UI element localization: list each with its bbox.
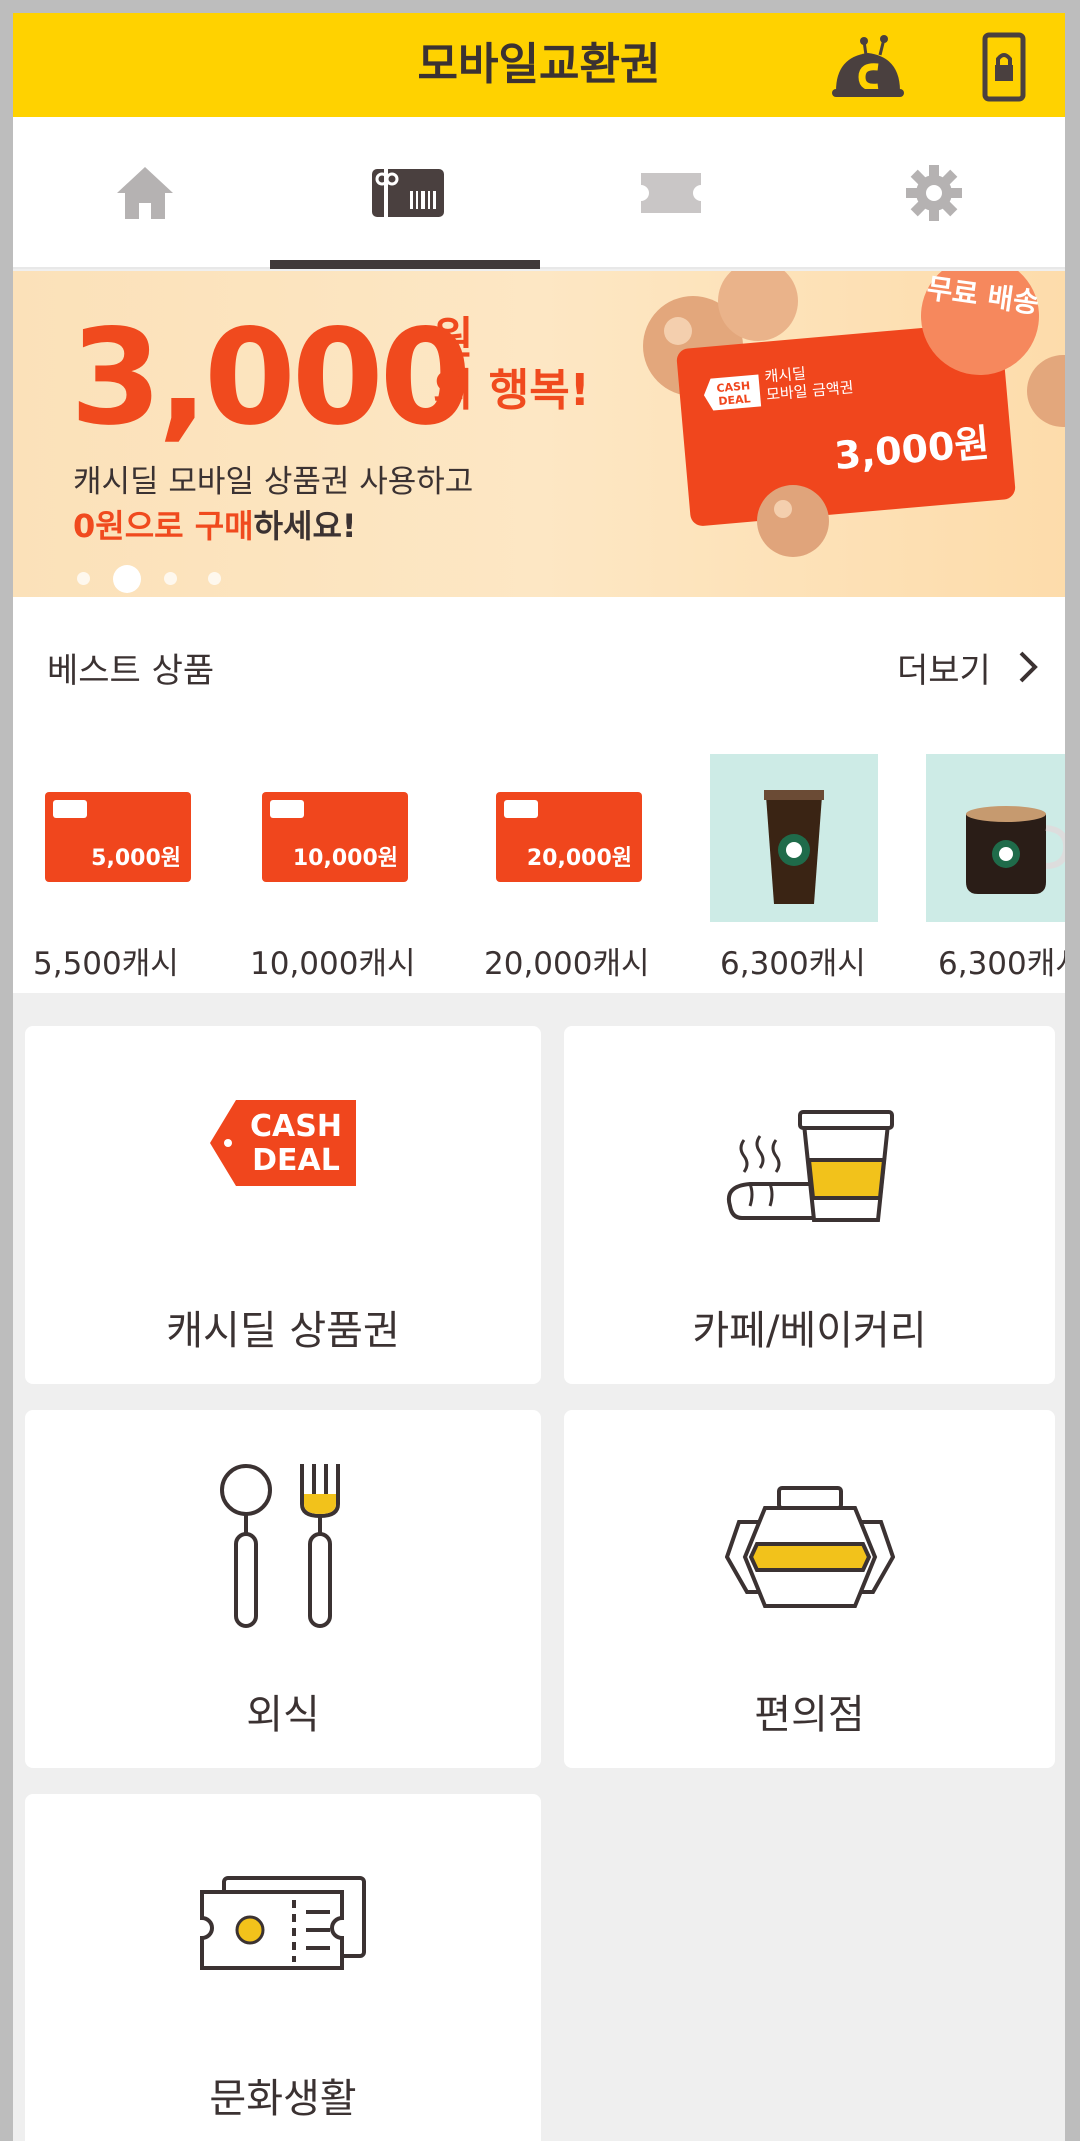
gift-card-face: 20,000원 (526, 846, 632, 871)
banner-line1: 캐시딜 모바일 상품권 사용하고 (73, 464, 474, 500)
tab-settings[interactable] (802, 117, 1065, 269)
category-label: 카페/베이커리 (692, 1308, 927, 1354)
product-thumbnail (710, 754, 878, 922)
product-thumbnail: 20,000원 (484, 754, 652, 922)
category-icon-wrap (564, 1482, 1055, 1612)
free-shipping-text: 무료 배송 (924, 271, 1041, 320)
cash-deal-tag-icon: CASH DEAL (210, 1100, 356, 1186)
section-title: 베스트 상품 (47, 651, 215, 691)
iced-coffee-thumb (710, 754, 878, 922)
category-icon-wrap (25, 1460, 541, 1630)
ticket-culture-icon (200, 1876, 366, 1970)
banner-line2-accent: 0원으로 구매 (73, 507, 254, 545)
pagination-dot[interactable] (77, 572, 90, 585)
banner-card-amount: 3,000원 (832, 420, 992, 479)
jars-icon (724, 1486, 895, 1608)
product-price: 5,500캐시 (33, 946, 179, 982)
product-price: 10,000캐시 (250, 946, 416, 982)
chevron-right-icon[interactable] (1013, 649, 1041, 685)
ticket-icon (640, 173, 701, 213)
banner-card-sub: 캐시딜 모바일 금액권 (764, 360, 854, 403)
product-thumbnail: 10,000원 (250, 754, 418, 922)
category-card-cash-deal[interactable]: CASH DEAL 캐시딜 상품권 (25, 1026, 541, 1384)
gift-card-face: 5,000원 (91, 846, 181, 871)
phone-lock-icon[interactable] (961, 27, 1041, 107)
tab-bar (13, 117, 1065, 269)
category-icon-wrap (25, 1874, 541, 1974)
product-price: 6,300캐시 (720, 946, 866, 982)
gift-card-face: 10,000원 (292, 846, 398, 871)
banner-won: 원 (433, 313, 474, 364)
promo-banner[interactable]: 3,000 원 의 행복! 캐시딜 모바일 상품권 사용하고 0원으로 구매하세… (13, 271, 1065, 597)
gift-card-thumb: 10,000원 (262, 792, 408, 882)
cash-coin-icon[interactable] (828, 27, 908, 107)
pagination-dot-active[interactable] (113, 565, 141, 593)
gift-card-thumb: 5,000원 (45, 792, 191, 882)
category-icon-wrap: CASH DEAL (25, 1098, 541, 1188)
banner-won-text: 원 의 행복! (433, 313, 590, 417)
banner-amount: 3,000 (70, 301, 472, 455)
product-price: 20,000캐시 (484, 946, 650, 982)
tab-active-indicator (270, 260, 540, 269)
svg-text:CASH: CASH (250, 1109, 342, 1144)
gift-card-thumb: 20,000원 (496, 792, 642, 882)
best-products-section: 베스트 상품 더보기 5,000원 5,500캐시 10,000원 10,000… (13, 597, 1065, 993)
product-price: 6,300캐시 (938, 946, 1065, 982)
banner-line2: 0원으로 구매하세요! (73, 501, 357, 547)
tab-gift-card[interactable] (276, 117, 539, 269)
banner-happiness: 의 행복! (433, 365, 590, 416)
tab-ticket[interactable] (539, 117, 802, 269)
home-icon (116, 167, 173, 219)
gear-icon (905, 165, 962, 221)
cash-deal-tag-icon (504, 800, 538, 818)
cash-deal-tag-icon (270, 800, 304, 818)
hot-coffee-thumb (926, 754, 1065, 922)
category-label: 편의점 (754, 1692, 865, 1738)
iced-coffee-icon (764, 790, 824, 904)
category-label: 문화생활 (209, 2076, 357, 2122)
balloon-icon (757, 485, 829, 557)
banner-card-brand: CASH DEAL (700, 372, 763, 418)
category-label: 캐시딜 상품권 (166, 1308, 400, 1354)
pagination-dot[interactable] (208, 572, 221, 585)
cash-deal-tag-icon (53, 800, 87, 818)
coffee-bread-icon (726, 1110, 894, 1222)
pagination-dot[interactable] (164, 572, 177, 585)
category-card-cafe-bakery[interactable]: 카페/베이커리 (564, 1026, 1055, 1384)
spoon-fork-icon (220, 1464, 340, 1628)
app-screen: 모바일교환권 3,000 원 의 행복! 캐시딜 모바일 상품권 사용하고 0원… (13, 13, 1065, 2141)
category-card-dining[interactable]: 외식 (25, 1410, 541, 1768)
svg-text:DEAL: DEAL (252, 1143, 340, 1178)
category-card-culture[interactable]: 문화생활 (25, 1794, 541, 2141)
category-label: 외식 (246, 1692, 320, 1738)
category-icon-wrap (564, 1098, 1055, 1228)
cash-deal-tag-icon: CASH DEAL (703, 374, 762, 411)
app-header: 모바일교환권 (13, 13, 1065, 117)
more-link[interactable]: 더보기 (897, 643, 991, 692)
hot-coffee-icon (966, 806, 1065, 894)
banner-line2-rest: 하세요! (253, 507, 357, 545)
category-card-convenience-store[interactable]: 편의점 (564, 1410, 1055, 1768)
balloon-icon (1027, 355, 1065, 427)
product-thumbnail (926, 754, 1065, 922)
tab-home[interactable] (13, 117, 276, 269)
product-thumbnail: 5,000원 (33, 754, 201, 922)
gift-card-icon (371, 169, 444, 217)
